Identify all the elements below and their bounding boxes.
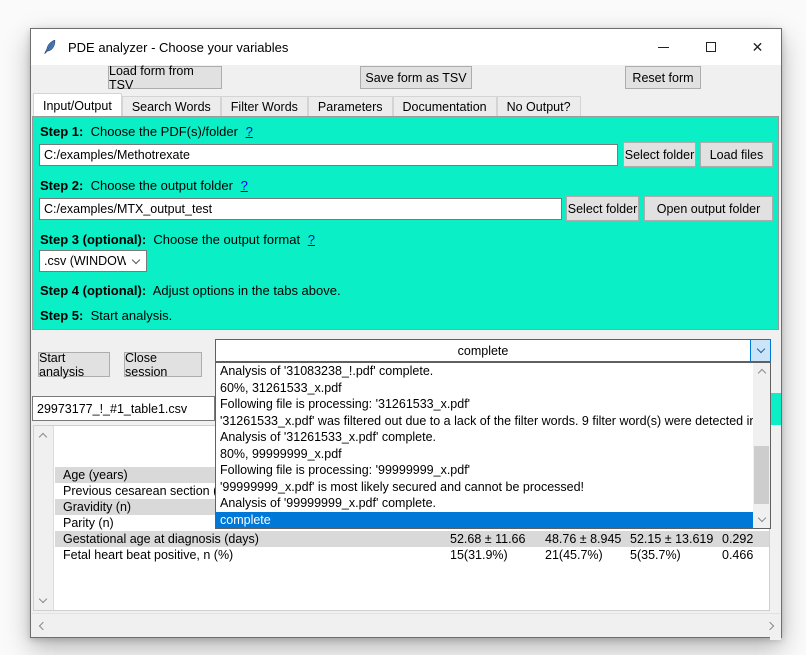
load-files-button[interactable]: Load files [700,142,773,167]
close-session-button[interactable]: Close session [124,352,202,377]
status-dropdown-arrow[interactable] [750,340,770,361]
table-row[interactable]: Fetal heart beat positive, n (%) 15(31.9… [55,547,769,563]
table-vertical-scrollbar[interactable] [34,426,54,610]
scrollbar-thumb[interactable] [754,446,769,504]
scroll-up-icon[interactable] [753,363,770,380]
step2-select-folder-button[interactable]: Select folder [566,196,639,221]
minimize-icon [658,47,669,48]
step1-help-link[interactable]: ? [246,124,253,139]
step2-help-link[interactable]: ? [241,178,248,193]
log-vertical-scrollbar[interactable] [770,362,781,640]
output-format-select[interactable]: .csv (WINDOWS-1252) [39,250,147,272]
start-analysis-button[interactable]: Start analysis [38,352,110,377]
result-file-entry[interactable]: 29973177_!_#1_table1.csv [32,396,215,421]
app-window: PDE analyzer - Choose your variables ✕ L… [30,28,782,638]
scroll-down-icon[interactable] [753,511,770,528]
chevron-down-icon [756,345,764,353]
step3-help-link[interactable]: ? [308,232,315,247]
step1-select-folder-button[interactable]: Select folder [623,142,696,167]
tab-bar: Input/Output Search Words Filter Words P… [33,93,581,116]
save-form-tsv-button[interactable]: Save form as TSV [360,66,472,89]
step1-label: Step 1: Choose the PDF(s)/folder ? [40,124,253,139]
pdf-folder-input[interactable]: C:/examples/Methotrexate [39,144,618,166]
log-item[interactable]: Following file is processing: '31261533_… [216,396,753,413]
tab-parameters[interactable]: Parameters [308,96,393,116]
format-dropdown-arrow [126,251,146,271]
output-folder-input[interactable]: C:/examples/MTX_output_test [39,198,562,220]
tab-documentation[interactable]: Documentation [393,96,497,116]
minimize-button[interactable] [640,29,687,65]
scroll-left-icon[interactable] [34,617,51,635]
chevron-down-icon [132,255,140,263]
log-item[interactable]: Analysis of '31083238_!.pdf' complete. [216,363,753,380]
scroll-right-icon[interactable] [761,617,778,635]
log-item[interactable]: Analysis of '99999999_x.pdf' complete. [216,495,753,512]
table-row[interactable]: Gestational age at diagnosis (days) 52.6… [55,531,769,547]
tab-input-output[interactable]: Input/Output [33,93,122,116]
scroll-up-icon[interactable] [34,427,51,444]
load-form-tsv-button[interactable]: Load form from TSV [108,66,222,89]
scrollbar-thumb[interactable] [770,393,781,425]
log-item-selected[interactable]: complete [216,512,753,529]
progress-status-combobox[interactable]: complete [215,339,771,362]
step2-label: Step 2: Choose the output folder ? [40,178,248,193]
step5-label: Step 5: Start analysis. [40,308,172,323]
progress-log-dropdown: Analysis of '31083238_!.pdf' complete. 6… [215,362,771,529]
maximize-icon [706,42,716,52]
python-feather-icon [42,39,58,55]
log-item[interactable]: Following file is processing: '99999999_… [216,462,753,479]
tab-search-words[interactable]: Search Words [122,96,221,116]
log-item[interactable]: '31261533_x.pdf' was filtered out due to… [216,413,753,430]
tab-filter-words[interactable]: Filter Words [221,96,308,116]
maximize-button[interactable] [687,29,734,65]
dropdown-scrollbar[interactable] [753,363,770,528]
scroll-down-icon[interactable] [34,592,51,609]
close-icon: ✕ [752,40,764,54]
input-output-pane: Step 1: Choose the PDF(s)/folder ? C:/ex… [32,116,779,330]
title-bar: PDE analyzer - Choose your variables ✕ [31,29,781,65]
step3-label: Step 3 (optional): Choose the output for… [40,232,315,247]
log-item[interactable]: Analysis of '31261533_x.pdf' complete. [216,429,753,446]
log-item[interactable]: '99999999_x.pdf' is most likely secured … [216,479,753,496]
log-item[interactable]: 60%, 31261533_x.pdf [216,380,753,397]
close-button[interactable]: ✕ [734,29,781,65]
window-title: PDE analyzer - Choose your variables [68,40,288,55]
tab-no-output[interactable]: No Output? [497,96,581,116]
progress-status-value: complete [216,344,750,358]
output-format-value: .csv (WINDOWS-1252) [40,254,126,268]
log-item[interactable]: 80%, 99999999_x.pdf [216,446,753,463]
open-output-folder-button[interactable]: Open output folder [644,196,773,221]
horizontal-scrollbar[interactable] [32,613,780,637]
reset-form-button[interactable]: Reset form [625,66,701,89]
step4-label: Step 4 (optional): Adjust options in the… [40,283,341,298]
